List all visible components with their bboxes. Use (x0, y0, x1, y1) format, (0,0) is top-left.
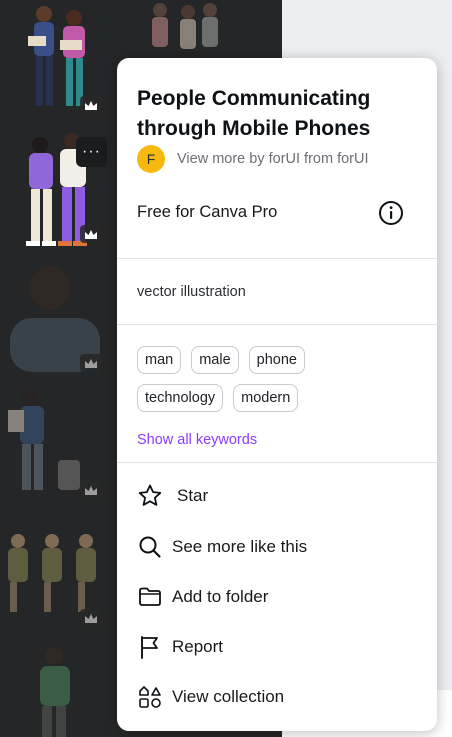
folder-icon (137, 584, 163, 610)
keyword-chip[interactable]: technology (137, 384, 224, 412)
thumbnail-tile[interactable] (140, 0, 230, 60)
more-options-label: ··· (82, 143, 101, 160)
crown-icon (85, 613, 97, 623)
keyword-row: man male phone (137, 346, 427, 374)
shapes-icon (137, 684, 163, 710)
license-label: Free for Canva Pro (137, 203, 278, 221)
menu-item-view-collection[interactable]: View collection (137, 682, 284, 712)
premium-badge (80, 354, 102, 372)
menu-item-see-more[interactable]: See more like this (137, 532, 307, 562)
asset-description: vector illustration (137, 284, 246, 300)
thumbnail-tile[interactable] (0, 0, 112, 120)
license-row: Free for Canva Pro (137, 200, 407, 226)
premium-badge (80, 481, 102, 499)
menu-item-label: Star (177, 486, 209, 505)
author-link[interactable]: View more by forUI from forUI (177, 151, 369, 167)
asset-details-popover: People Communicating through Mobile Phon… (117, 58, 437, 731)
keyword-row: technology modern (137, 384, 427, 412)
thumbnail-tile[interactable] (0, 525, 112, 633)
keyword-chip[interactable]: phone (248, 346, 305, 374)
author-avatar: F (137, 145, 165, 173)
flag-icon (137, 634, 163, 660)
illustration-person-phone-call (40, 647, 70, 737)
keyword-chips: man male phone technology modern (137, 346, 427, 422)
more-options-button[interactable]: ··· (76, 137, 107, 167)
premium-badge (80, 225, 102, 243)
menu-item-label: View collection (172, 687, 285, 706)
author-row[interactable]: F View more by forUI from forUI (137, 145, 369, 173)
keyword-chip[interactable]: man (137, 346, 182, 374)
menu-item-add-to-folder[interactable]: Add to folder (137, 582, 268, 612)
menu-item-report[interactable]: Report (137, 632, 223, 662)
divider (117, 462, 437, 463)
menu-item-label: Add to folder (172, 587, 269, 606)
star-icon (137, 483, 163, 509)
thumbnail-tile[interactable] (0, 258, 112, 372)
premium-badge (80, 96, 102, 114)
premium-badge (80, 609, 102, 627)
asset-title: People Communicating through Mobile Phon… (137, 87, 371, 140)
search-icon (137, 534, 163, 560)
menu-item-label: Report (172, 637, 224, 656)
keyword-chip[interactable]: male (191, 346, 239, 374)
crown-icon (85, 229, 97, 239)
keyword-chip[interactable]: modern (233, 384, 299, 412)
divider (117, 324, 437, 325)
thumbnail-tile[interactable] (0, 380, 112, 505)
show-all-keywords-link[interactable]: Show all keywords (137, 432, 257, 448)
divider (117, 258, 437, 259)
menu-item-star[interactable]: Star (137, 481, 208, 511)
illustration-people-group (152, 3, 218, 49)
crown-icon (85, 100, 97, 110)
info-icon[interactable] (378, 200, 404, 226)
thumbnail-tile[interactable] (0, 640, 112, 737)
crown-icon (85, 485, 97, 495)
crown-icon (85, 358, 97, 368)
menu-item-label: See more like this (172, 537, 308, 556)
